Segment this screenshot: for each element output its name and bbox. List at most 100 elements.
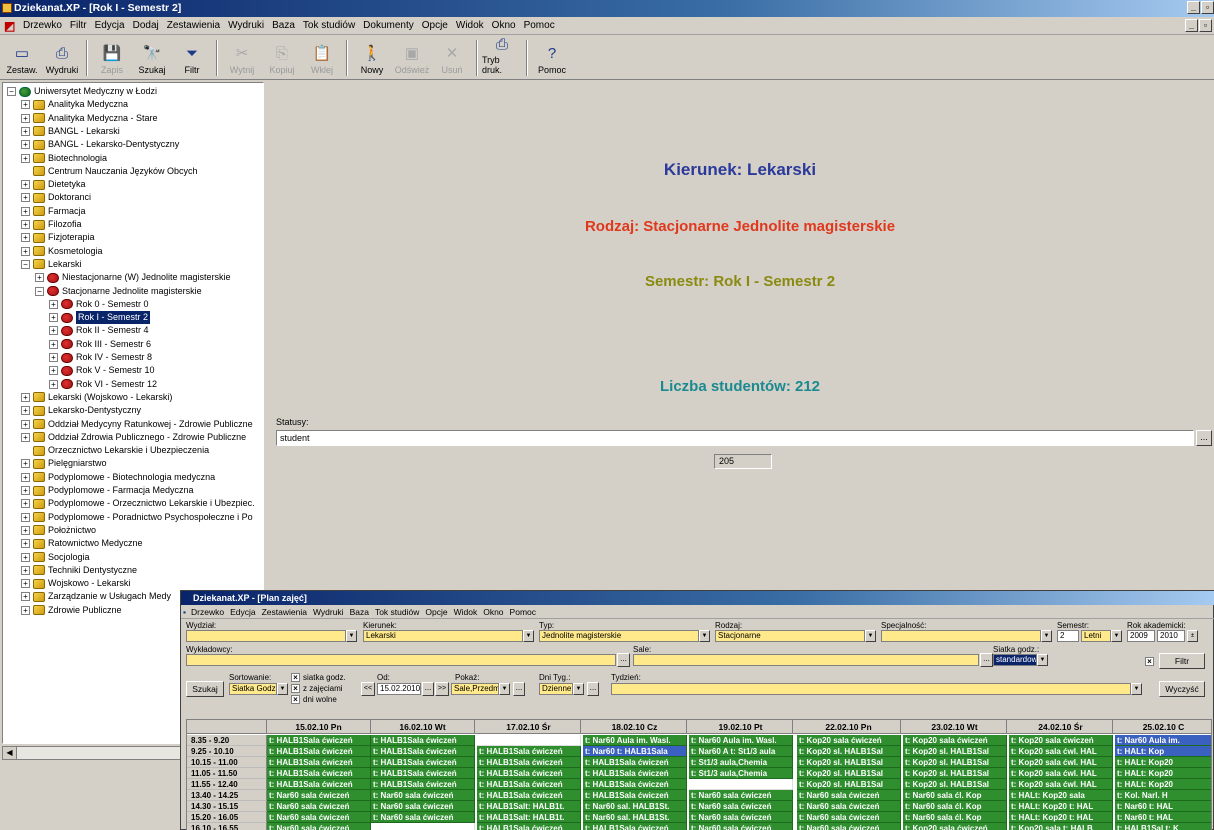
plan-window-titlebar[interactable]: Dziekanat.XP - [Plan zajęć] — [181, 591, 1214, 605]
dni-wolne-checkbox[interactable]: × — [291, 695, 300, 704]
schedule-cell[interactable]: t: Nar60 sala ćwiczeń — [689, 823, 793, 830]
window-titlebar[interactable]: Dziekanat.XP - [Rok I - Semestr 2] _ ▫ — [0, 0, 1214, 17]
schedule-cell[interactable]: t: Kop20 sl. HALB1Sal — [903, 746, 1007, 757]
schedule-cell[interactable]: t: HALB1Sala ćwiczeń — [583, 757, 687, 768]
expand-icon[interactable]: + — [21, 592, 30, 602]
tree-item[interactable]: + Rok I - Semestr 2 — [49, 311, 151, 325]
kierunek-field[interactable]: Lekarski — [363, 630, 523, 642]
menu-item[interactable]: Opcje — [418, 20, 452, 31]
day-header[interactable]: 17.02.10 Śr — [477, 720, 581, 734]
tree-item[interactable]: + Położnictwo — [21, 524, 96, 537]
expand-icon[interactable]: + — [49, 299, 58, 309]
menu-item[interactable]: Edycja — [91, 20, 129, 31]
rok-to-field[interactable]: 2010 — [1157, 630, 1185, 642]
expand-icon[interactable]: + — [49, 353, 58, 362]
tree-item[interactable]: + Rok II - Semestr 4 — [49, 324, 149, 337]
toolbar-button[interactable]: ⎘ Kopiuj — [262, 36, 302, 78]
schedule-cell[interactable] — [477, 735, 581, 746]
schedule-cell[interactable]: t: HALt: Kop20 t: HAL — [1009, 812, 1113, 823]
expand-icon[interactable]: + — [21, 579, 30, 589]
tydzien-dropdown-icon[interactable]: ▼ — [1131, 683, 1142, 695]
z-zajeciami-checkbox[interactable]: × — [291, 684, 300, 693]
schedule-cell[interactable]: t: Nar60 sal. HALB1St. — [583, 801, 687, 812]
schedule-cell[interactable]: t: HALB1Sala ćwiczeń — [477, 757, 581, 768]
tree-item[interactable]: + Rok III - Semestr 6 — [49, 338, 151, 351]
od-date-field[interactable]: 15.02.2010 — [377, 683, 421, 695]
tree-item[interactable]: + Farmacja — [21, 205, 86, 218]
schedule-cell[interactable]: t: St1/3 aula,Chemia — [689, 768, 793, 779]
next-week-button[interactable]: >> — [435, 682, 449, 696]
schedule-cell[interactable]: t: HALB1Sala ćwiczeń — [267, 746, 371, 757]
schedule-cell[interactable]: t: HALB1Sala ćwiczeń — [583, 790, 687, 801]
schedule-cell[interactable]: t: Kop20 sl. HALB1Sal — [797, 757, 901, 768]
plan-menu-item[interactable]: Pomoc — [507, 607, 539, 617]
plan-menu-item[interactable]: Baza — [347, 607, 372, 617]
tree-item[interactable]: Centrum Nauczania Języków Obcych — [21, 165, 198, 178]
schedule-cell[interactable]: t: Kol. Narl. H — [1115, 790, 1211, 801]
maximize-button[interactable]: ▫ — [1201, 1, 1214, 14]
toolbar-button[interactable]: ✂ Wytnij — [222, 36, 262, 78]
schedule-cell[interactable]: t: Nar60 Aula im. — [1115, 735, 1211, 746]
schedule-cell[interactable]: t: Kop20 sala ćwiczeń — [797, 735, 901, 746]
day-header[interactable]: 24.02.10 Śr — [1009, 720, 1113, 734]
schedule-cell[interactable]: t: Nar60 sala ćwiczeń — [797, 790, 901, 801]
filter-checkbox[interactable]: × — [1145, 657, 1154, 666]
schedule-cell[interactable]: t: Kop20 sala ćwiczeń — [903, 823, 1007, 830]
day-header[interactable]: 23.02.10 Wt — [903, 720, 1007, 734]
expand-icon[interactable]: + — [21, 113, 30, 123]
sortowanie-field[interactable]: Siatka Godz. — [229, 683, 277, 695]
schedule-cell[interactable]: t: HALB1Salt: HALB1t. — [477, 801, 581, 812]
schedule-cell[interactable]: t: Nar60 sala ćwiczeń — [371, 801, 475, 812]
expand-icon[interactable]: + — [49, 379, 58, 389]
siatka-field[interactable]: standardowa — [993, 654, 1037, 666]
expand-icon[interactable]: + — [21, 233, 30, 243]
tree-item[interactable]: + Biotechnologia — [21, 152, 107, 165]
tree-item[interactable]: + Oddział Zdrowia Publicznego - Zdrowie P… — [21, 431, 246, 444]
schedule-cell[interactable]: t: Kop20 sl. HALB1Sal — [903, 757, 1007, 768]
menu-item[interactable]: Baza — [268, 20, 299, 31]
schedule-cell[interactable]: t: Nar60 sala ćwiczeń — [797, 812, 901, 823]
pokaz-browse-button[interactable]: ... — [513, 682, 525, 696]
expand-icon[interactable]: + — [49, 313, 58, 323]
semestr-dropdown-icon[interactable]: ▼ — [1111, 630, 1122, 642]
expand-icon[interactable]: + — [21, 552, 30, 562]
schedule-cell[interactable]: t: HALt: Kop — [1115, 746, 1211, 757]
expand-icon[interactable]: + — [21, 246, 30, 256]
tree-item[interactable]: + Analityka Medyczna - Stare — [21, 112, 158, 125]
schedule-cell[interactable]: t: Kop20 sala ćwiczeń — [903, 735, 1007, 746]
toolbar-button[interactable]: ✕ Usuń — [432, 36, 472, 78]
schedule-cell[interactable]: t: Nar60 sala ćwiczeń — [267, 790, 371, 801]
schedule-cell[interactable]: t: Nar60 sala ćl. Kop — [903, 801, 1007, 812]
plan-menu-item[interactable]: Okno — [480, 607, 506, 617]
schedule-cell[interactable]: t: Kop20 sala ćwiczeń — [1009, 735, 1113, 746]
day-header[interactable]: 16.02.10 Wt — [371, 720, 475, 734]
plan-menu-item[interactable]: Edycja — [227, 607, 259, 617]
schedule-cell[interactable]: t: HALB1Sala ćwiczeń — [371, 757, 475, 768]
schedule-cell[interactable]: t: HALt: Kop20 — [1115, 768, 1211, 779]
schedule-cell[interactable]: t: HALB1Sala ćwiczeń — [371, 735, 475, 746]
schedule-cell[interactable]: t: HALB1Sala ćwiczeń — [371, 779, 475, 790]
schedule-cell[interactable]: t: Kop20 sl. HALB1Sal — [797, 779, 901, 790]
expand-icon[interactable]: + — [21, 565, 30, 575]
rodzaj-dropdown-icon[interactable]: ▼ — [865, 630, 876, 642]
schedule-cell[interactable]: t: Kop20 sl. HALB1Sal — [797, 768, 901, 779]
rok-from-field[interactable]: 2009 — [1127, 630, 1155, 642]
tree-item[interactable]: + BANGL - Lekarski — [21, 125, 120, 138]
tree-item[interactable]: + Analityka Medyczna — [21, 98, 128, 111]
schedule-cell[interactable]: t: Nar60 t: HAL — [1115, 801, 1211, 812]
schedule-cell[interactable]: t: Kop20 sl. HALB1Sal — [797, 746, 901, 757]
schedule-cell[interactable]: t: HALB1Sala ćwiczeń — [477, 746, 581, 757]
menu-item[interactable]: Okno — [488, 20, 520, 31]
toolbar-button[interactable]: 🔭 Szukaj — [132, 36, 172, 78]
schedule-cell[interactable]: t: Nar60 sala ćwiczeń — [797, 823, 901, 830]
plan-menu-item[interactable]: Opcje — [422, 607, 450, 617]
szukaj-button[interactable]: Szukaj — [186, 681, 224, 697]
expand-icon[interactable]: + — [21, 193, 30, 203]
expand-icon[interactable]: + — [21, 472, 30, 482]
tree-item[interactable]: + Kosmetologia — [21, 245, 103, 258]
expand-icon[interactable]: + — [21, 419, 30, 429]
menu-item[interactable]: Dokumenty — [359, 20, 418, 31]
statusy-browse-button[interactable]: ... — [1196, 430, 1212, 446]
schedule-cell[interactable]: t: Nar60 Aula im. Wasl. — [689, 735, 793, 746]
toolbar-button[interactable]: ⏷ Filtr — [172, 36, 212, 78]
